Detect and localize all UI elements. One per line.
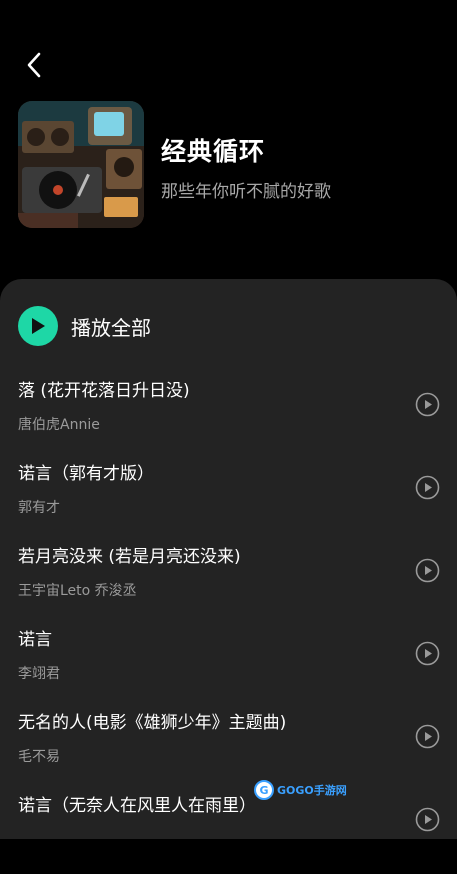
song-row[interactable]: 无名的人(电影《雄狮少年》主题曲) 毛不易 — [0, 708, 457, 791]
play-circle-icon[interactable] — [415, 392, 440, 417]
song-row[interactable]: 落 (花开花落日升日没) 唐伯虎Annie — [0, 376, 457, 459]
song-row[interactable]: 若月亮没来 (若是月亮还没来) 王宇宙Leto 乔浚丞 — [0, 542, 457, 625]
svg-text:G: G — [259, 784, 268, 797]
song-artist: 王宇宙Leto 乔浚丞 — [18, 583, 137, 599]
watermark-logo: G GOGO手游网 — [254, 780, 347, 800]
play-all-icon-circle — [18, 306, 58, 346]
song-artist: 李翊君 — [18, 666, 60, 682]
play-circle-icon[interactable] — [415, 558, 440, 583]
song-artist: 毛不易 — [18, 749, 60, 765]
song-title: 落 (花开花落日升日没) — [18, 381, 190, 401]
chevron-left-icon — [27, 52, 41, 78]
play-all-button[interactable]: 播放全部 — [18, 306, 151, 346]
play-all-label: 播放全部 — [71, 315, 151, 340]
song-title: 无名的人(电影《雄狮少年》主题曲) — [18, 713, 287, 733]
play-icon — [32, 318, 45, 334]
song-title: 若月亮没来 (若是月亮还没来) — [18, 547, 241, 567]
song-row[interactable]: 诺言（郭有才版） 郭有才 — [0, 459, 457, 542]
song-title: 诺言 — [18, 630, 52, 650]
watermark-text: GOGO手游网 — [277, 784, 347, 797]
song-list-panel: 播放全部 落 (花开花落日升日没) 唐伯虎Annie 诺言（郭有才版） 郭有才 … — [0, 279, 457, 839]
song-title: 诺言（无奈人在风里人在雨里） — [18, 796, 256, 816]
song-title: 诺言（郭有才版） — [18, 464, 154, 484]
song-artist: 唐伯虎Annie — [18, 417, 100, 433]
play-circle-icon[interactable] — [415, 475, 440, 500]
back-button[interactable] — [20, 50, 48, 80]
song-row[interactable]: 诺言（无奈人在风里人在雨里） — [0, 791, 457, 874]
play-circle-icon[interactable] — [415, 807, 440, 832]
watermark-icon: G — [254, 780, 274, 800]
song-artist: 郭有才 — [18, 500, 60, 516]
play-circle-icon[interactable] — [415, 724, 440, 749]
playlist-cover-image — [18, 101, 144, 228]
play-circle-icon[interactable] — [415, 641, 440, 666]
playlist-subtitle: 那些年你听不腻的好歌 — [161, 182, 331, 202]
song-row[interactable]: 诺言 李翊君 — [0, 625, 457, 708]
playlist-title: 经典循环 — [161, 137, 266, 166]
